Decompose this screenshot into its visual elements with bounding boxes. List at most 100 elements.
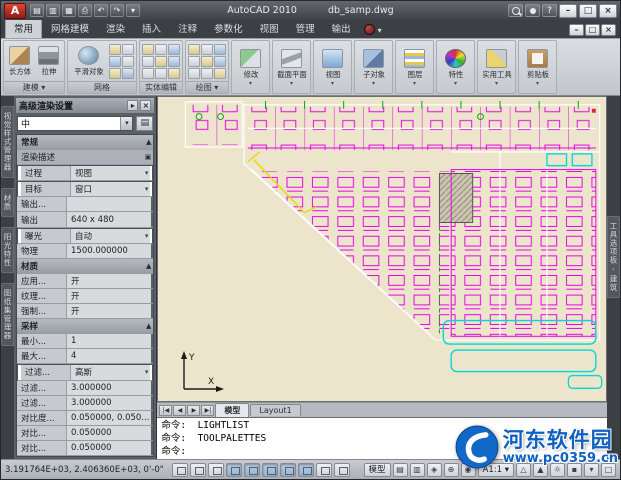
section-collapse-icon[interactable] [151,349,153,363]
property-row[interactable]: 过滤... 高斯 [17,364,154,381]
doc-minimize-button[interactable]: – [569,24,584,36]
ribbon-tab[interactable]: 网格建模 [43,19,97,38]
property-row[interactable]: 目标 窗口 [17,181,154,198]
collapsed-ribbon-panel[interactable]: 图层 ▾ [395,40,434,94]
property-value[interactable]: 0.050000, 0.050... [67,410,152,425]
property-row[interactable]: 对比... 0.050000 [17,425,154,441]
property-row[interactable]: 对比度... 0.050000, 0.050... [17,410,154,426]
mesh-tool-icon[interactable] [122,43,134,55]
solid-tool-icon[interactable] [168,43,180,55]
draw-tool-icon[interactable] [214,43,226,55]
section-collapse-icon[interactable] [151,441,153,455]
section-collapse-icon[interactable]: ▲ [146,135,153,149]
search-icon[interactable] [508,4,523,17]
drawing-canvas[interactable]: Y X [157,96,607,402]
redo-button[interactable]: ↷ [110,4,124,17]
ribbon-big-button[interactable]: 拉伸 [35,45,62,77]
ribbon-tab[interactable]: 常用 [5,18,43,38]
property-row[interactable]: 过滤... 3.000000 [17,395,154,411]
dyn-toggle[interactable] [297,462,314,477]
property-value[interactable]: 视图 [71,166,151,181]
property-row[interactable]: 过程 视图 [17,165,154,182]
render-preset-select[interactable]: 中 ▾ [17,115,134,131]
undo-button[interactable]: ↶ [94,4,108,17]
section-collapse-icon[interactable] [151,289,153,303]
tab-nav-button[interactable]: |◀ [159,404,173,416]
ribbon-minimize-icon[interactable]: ▾ [378,26,382,35]
model-space-button[interactable]: 模型 [363,462,391,477]
anchored-palette-tab[interactable]: 阳光特性 [1,226,14,273]
property-row[interactable]: 曝光 自动 [17,227,154,244]
communication-center-icon[interactable] [525,4,540,17]
property-row[interactable]: 最小... 1 [17,334,154,350]
maximize-button[interactable]: □ [579,3,597,18]
collapsed-ribbon-panel[interactable]: 特性 ▾ [436,40,475,94]
ribbon-tab[interactable]: 插入 [134,19,169,38]
property-value[interactable]: 1 [67,334,152,349]
solid-tool-icon[interactable] [155,43,167,55]
section-collapse-icon[interactable] [151,274,153,288]
tab-nav-button[interactable]: ▶ [187,404,201,416]
section-collapse-icon[interactable] [151,197,153,211]
section-collapse-icon[interactable] [151,411,153,425]
close-button[interactable]: × [599,3,617,18]
solid-tool-icon[interactable] [155,67,167,79]
property-value[interactable]: 1500.000000 [67,243,152,258]
mesh-tool-icon[interactable] [109,67,121,79]
solid-tool-icon[interactable] [168,67,180,79]
lwt-toggle[interactable] [315,462,332,477]
section-collapse-icon[interactable] [151,334,153,348]
property-value[interactable]: 3.000000 [67,395,152,410]
qat-more-button[interactable]: ▾ [126,4,140,17]
quick-view-layouts-button[interactable]: ▥ [409,462,425,477]
ducs-toggle[interactable] [279,462,296,477]
section-collapse-icon[interactable] [151,304,153,318]
ribbon-tab[interactable]: 视图 [252,19,287,38]
grid-toggle[interactable] [189,462,206,477]
help-icon[interactable]: ? [542,4,557,17]
polar-toggle[interactable] [225,462,242,477]
property-value[interactable]: 自动 [71,228,151,243]
property-row[interactable]: 渲染描述 ▣ [17,150,154,166]
tab-layout1[interactable]: Layout1 [250,404,301,416]
collapsed-ribbon-panel[interactable]: 实用工具 ▾ [477,40,516,94]
section-collapse-icon[interactable]: ▲ [146,259,153,273]
ribbon-tab[interactable]: 管理 [288,19,323,38]
smooth-object-button[interactable]: 平滑对象 [70,45,107,77]
collapsed-ribbon-panel[interactable]: 修改 ▾ [231,40,270,94]
snap-toggle[interactable] [171,462,188,477]
property-row[interactable]: 输出 640 x 480 [17,212,154,228]
application-menu-button[interactable]: A [4,2,26,19]
section-collapse-icon[interactable] [151,244,153,258]
save-preset-button[interactable]: ▤ [136,115,154,131]
open-button[interactable]: ▥ [46,4,60,17]
section-collapse-icon[interactable]: ▲ [146,319,153,333]
chevron-down-icon[interactable]: ▾ [120,116,133,130]
property-value[interactable]: 开 [67,273,152,288]
property-row[interactable]: 对比... 0.050000 [17,440,154,456]
property-row[interactable]: 采样 ▲ [17,319,154,335]
tab-nav-button[interactable]: ▶| [201,404,215,416]
property-value[interactable]: 3.000000 [67,380,152,395]
panel-label-mesh[interactable]: 网格 [68,81,136,93]
qp-toggle[interactable] [333,462,350,477]
panel-label-modeling[interactable]: 建模 ▾ [4,81,64,93]
property-row[interactable]: 物理 1500.000000 [17,243,154,259]
save-button[interactable]: ▦ [62,4,76,17]
collapsed-ribbon-panel[interactable]: 视图 ▾ [313,40,352,94]
property-row[interactable]: 强制... 开 [17,304,154,320]
property-row[interactable]: 过滤... 3.000000 [17,380,154,396]
draw-tool-icon[interactable] [188,43,200,55]
section-collapse-icon[interactable] [150,182,153,197]
section-collapse-icon[interactable] [151,426,153,440]
ribbon-tab[interactable]: 参数化 [206,19,251,38]
draw-tool-icon[interactable] [201,43,213,55]
doc-close-button[interactable]: × [601,24,616,36]
pan-button[interactable]: ◈ [426,462,442,477]
property-row[interactable]: 材质 ▲ [17,258,154,274]
mesh-tool-icon[interactable] [122,67,134,79]
collapsed-ribbon-panel[interactable]: 截面平面 ▾ [272,40,311,94]
property-value[interactable]: 4 [67,349,152,364]
ribbon-tab[interactable]: 输出 [324,19,359,38]
section-collapse-icon[interactable] [151,212,153,226]
